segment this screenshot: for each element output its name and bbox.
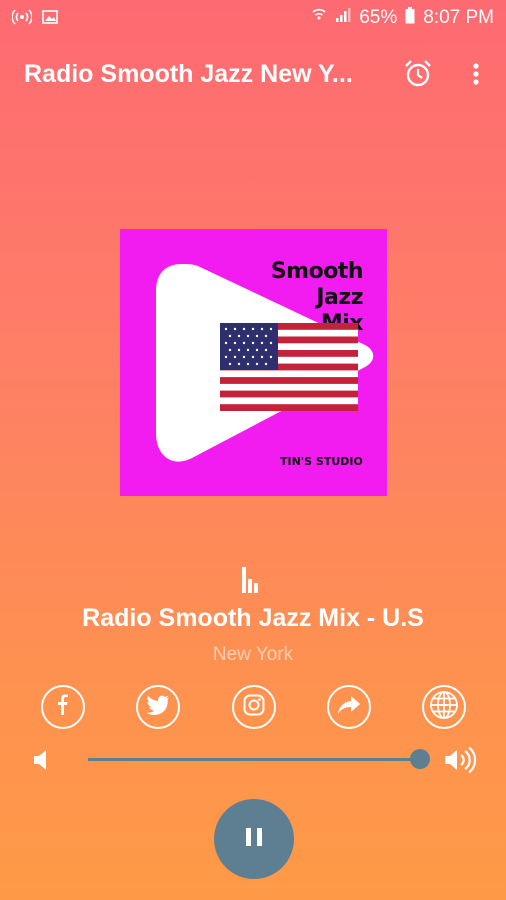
instagram-icon: [243, 694, 265, 721]
us-flag-graphic: [220, 323, 358, 411]
website-button[interactable]: [422, 685, 466, 729]
pause-button[interactable]: [214, 799, 294, 879]
image-icon: [42, 10, 58, 29]
share-button[interactable]: [327, 685, 371, 729]
instagram-button[interactable]: [232, 685, 276, 729]
wifi-icon: [311, 6, 327, 30]
overflow-menu-button[interactable]: [462, 56, 490, 92]
equalizer-icon: [238, 565, 262, 593]
battery-icon: [405, 6, 415, 30]
station-name: Radio Smooth Jazz Mix - U.S: [82, 604, 424, 632]
alarm-clock-icon: [400, 60, 436, 96]
battery-level: 65%: [359, 7, 398, 28]
twitter-icon: [146, 695, 170, 720]
signal-icon: [335, 7, 351, 29]
facebook-button[interactable]: [41, 685, 85, 729]
clock: 8:07 PM: [423, 7, 494, 28]
twitter-button[interactable]: [136, 685, 180, 729]
artwork-footer: TIN'S STUDIO: [280, 455, 363, 468]
radio-broadcast-icon: [11, 9, 33, 30]
page-title: Radio Smooth Jazz New Y...: [24, 60, 353, 88]
pause-icon: [242, 825, 266, 854]
station-artwork: Smooth Jazz Mix TIN'S STUDIO: [120, 229, 387, 496]
alarm-button[interactable]: [400, 56, 436, 92]
volume-low-icon: [32, 748, 50, 777]
share-icon: [337, 695, 361, 720]
more-vert-icon: [462, 63, 490, 96]
globe-icon: [429, 690, 459, 725]
station-location: New York: [212, 644, 294, 665]
app-bar: Radio Smooth Jazz New Y...: [0, 44, 506, 104]
volume-slider-thumb[interactable]: [410, 749, 430, 769]
status-bar: 65% 8:07 PM: [0, 0, 506, 36]
volume-high-icon: [444, 746, 478, 779]
volume-slider[interactable]: [88, 758, 420, 761]
facebook-icon: [53, 694, 73, 721]
